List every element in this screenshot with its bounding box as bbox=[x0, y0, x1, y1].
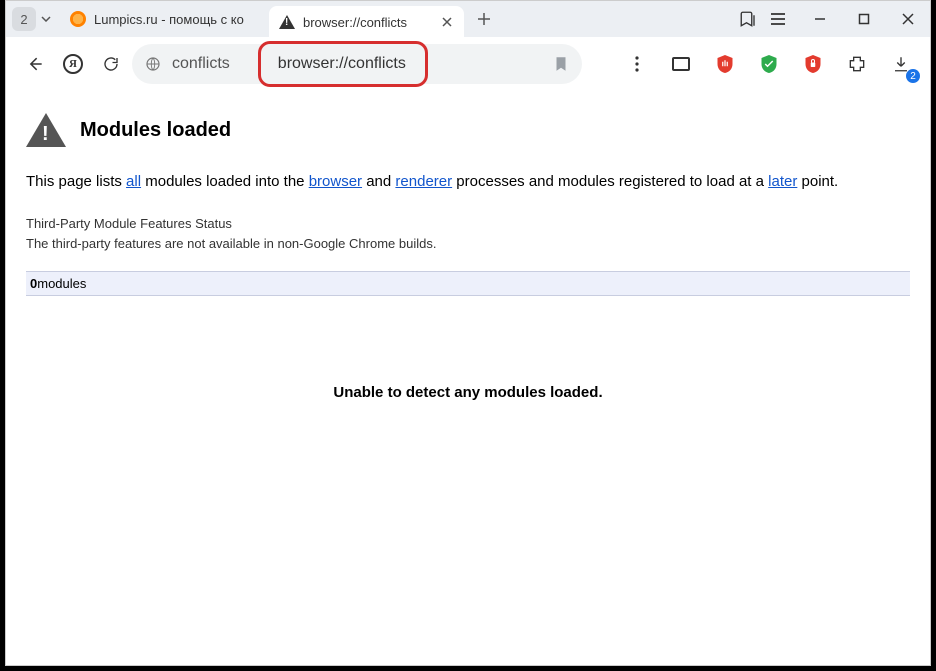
download-count-badge: 2 bbox=[906, 69, 920, 83]
yandex-home-button[interactable]: Я bbox=[56, 47, 90, 81]
page-actions-button[interactable] bbox=[620, 47, 654, 81]
page-header: Modules loaded bbox=[26, 113, 910, 147]
extensions-button[interactable] bbox=[840, 47, 874, 81]
extension-security-button[interactable] bbox=[796, 47, 830, 81]
warning-triangle-icon bbox=[26, 113, 66, 147]
text: modules loaded into the bbox=[141, 173, 309, 190]
window-controls bbox=[738, 1, 930, 37]
toolbar: Я conflicts browser://conflicts bbox=[6, 37, 930, 91]
window-minimize[interactable] bbox=[798, 1, 842, 37]
hamburger-icon bbox=[770, 12, 786, 26]
downloads-button[interactable]: 2 bbox=[884, 47, 918, 81]
close-icon bbox=[442, 17, 452, 27]
extension-adblock-button[interactable] bbox=[708, 47, 742, 81]
link-later[interactable]: later bbox=[768, 173, 797, 190]
tab-lumpics[interactable]: Lumpics.ru - помощь с ко bbox=[60, 4, 265, 34]
text: point. bbox=[797, 173, 838, 190]
tab-close-button[interactable] bbox=[440, 15, 454, 29]
shield-hand-icon bbox=[716, 53, 734, 75]
intro-paragraph: This page lists all modules loaded into … bbox=[26, 173, 910, 190]
close-icon bbox=[902, 13, 914, 25]
back-button[interactable] bbox=[18, 47, 52, 81]
globe-icon bbox=[144, 55, 162, 73]
shield-check-icon bbox=[760, 53, 778, 75]
bookmark-button[interactable] bbox=[552, 55, 570, 73]
empty-state-message: Unable to detect any modules loaded. bbox=[26, 384, 910, 401]
page-content: Modules loaded This page lists all modul… bbox=[6, 91, 930, 401]
extension-protect-button[interactable] bbox=[752, 47, 786, 81]
text: processes and modules registered to load… bbox=[452, 173, 768, 190]
puzzle-icon bbox=[847, 54, 867, 74]
plus-icon bbox=[477, 12, 491, 26]
arrow-left-icon bbox=[25, 54, 45, 74]
link-all[interactable]: all bbox=[126, 173, 141, 190]
url-text: browser://conflicts bbox=[278, 55, 406, 73]
tab-strip: 2 Lumpics.ru - помощь с ко browser://con… bbox=[6, 1, 930, 37]
text: and bbox=[362, 173, 395, 190]
screen-icon bbox=[671, 56, 691, 72]
tab-conflicts[interactable]: browser://conflicts bbox=[269, 6, 464, 39]
window-maximize[interactable] bbox=[842, 1, 886, 37]
url-display: browser://conflicts bbox=[264, 44, 422, 84]
bookmark-icon bbox=[552, 55, 570, 73]
text: This page lists bbox=[26, 173, 126, 190]
new-tab-button[interactable] bbox=[470, 5, 498, 33]
dots-vertical-icon bbox=[635, 56, 639, 72]
main-menu-button[interactable] bbox=[768, 1, 788, 37]
reload-icon bbox=[102, 55, 120, 73]
bookmark-ribbon-icon bbox=[739, 10, 757, 28]
minimize-icon bbox=[814, 13, 826, 25]
third-party-status: Third-Party Module Features Status The t… bbox=[26, 214, 910, 253]
yandex-logo-icon: Я bbox=[63, 54, 83, 74]
maximize-icon bbox=[858, 13, 870, 25]
tab-label: Lumpics.ru - помощь с ко bbox=[94, 12, 255, 27]
browser-window: 2 Lumpics.ru - помощь с ко browser://con… bbox=[5, 0, 931, 666]
modules-count-bar: 0modules bbox=[26, 271, 910, 296]
tab-count-badge[interactable]: 2 bbox=[12, 7, 36, 31]
shield-lock-icon bbox=[804, 53, 822, 75]
tab-list-dropdown[interactable] bbox=[36, 7, 56, 31]
bookmarks-bar-button[interactable] bbox=[738, 1, 758, 37]
modules-label: modules bbox=[37, 276, 86, 291]
address-bar[interactable]: conflicts browser://conflicts bbox=[132, 44, 582, 84]
third-party-body: The third-party features are not availab… bbox=[26, 234, 910, 254]
third-party-title: Third-Party Module Features Status bbox=[26, 214, 910, 234]
page-label: conflicts bbox=[172, 55, 230, 73]
reload-button[interactable] bbox=[94, 47, 128, 81]
toolbar-right: 2 bbox=[620, 47, 918, 81]
chevron-down-icon bbox=[41, 16, 51, 22]
window-close[interactable] bbox=[886, 1, 930, 37]
orange-circle-icon bbox=[70, 11, 86, 27]
link-browser[interactable]: browser bbox=[309, 173, 362, 190]
tab-label: browser://conflicts bbox=[303, 15, 432, 30]
page-title: Modules loaded bbox=[80, 119, 231, 142]
extension-screen-button[interactable] bbox=[664, 47, 698, 81]
warning-triangle-icon bbox=[279, 15, 295, 29]
link-renderer[interactable]: renderer bbox=[395, 173, 452, 190]
